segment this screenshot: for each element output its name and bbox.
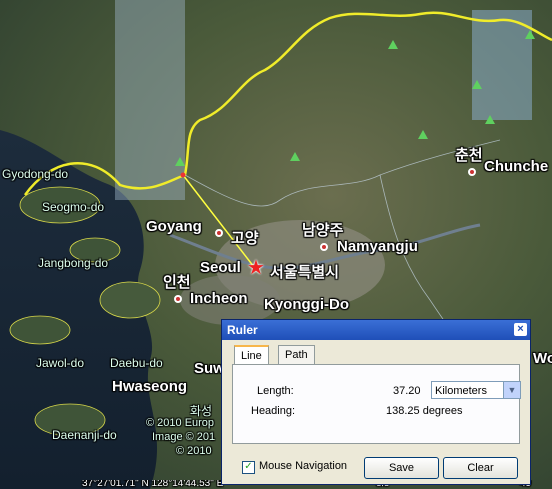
units-selected: Kilometers [435, 385, 487, 397]
map-label-wo: Wo [533, 350, 552, 367]
ruler-title: Ruler [227, 323, 258, 337]
capital-star-icon: ★ [247, 257, 265, 279]
ruler-line-panel: Length: 37.20 Kilometers ▼ Heading: 138.… [232, 364, 521, 444]
map-label-incheon: Incheon [190, 290, 248, 307]
map-label-seoul-ko: 서울특별시 [270, 264, 340, 281]
terrain-marker-icon [388, 40, 398, 49]
length-label: Length: [257, 385, 294, 397]
map-label-jawol: Jawol-do [36, 356, 85, 370]
tab-line[interactable]: Line [234, 345, 269, 366]
close-icon[interactable]: × [514, 323, 527, 336]
map-label-kyonggi: Kyonggi-Do [264, 296, 349, 313]
status-coordinates: 37°27'01.71" N 128°14'44.53" E [82, 480, 224, 489]
length-value: 37.20 [393, 385, 421, 397]
terrain-marker-icon [485, 115, 495, 124]
map-label-daenanji: Daenanji-do [52, 428, 117, 442]
map-label-goyang-ko: 고양 [231, 230, 259, 247]
tab-path[interactable]: Path [278, 345, 315, 364]
map-label-jangbong: Jangbong-do [38, 256, 109, 270]
mouse-navigation-checkbox[interactable]: ✓ [242, 461, 255, 474]
map-label-goyang: Goyang [146, 218, 202, 235]
map-label-daebu: Daebu-do [110, 356, 163, 370]
save-button[interactable]: Save [364, 457, 439, 479]
heading-label: Heading: [251, 405, 296, 417]
chevron-down-icon[interactable]: ▼ [503, 382, 520, 398]
city-marker-icon [468, 168, 476, 176]
copyright-1: © 2010 Europ [146, 417, 215, 429]
ruler-titlebar[interactable]: Ruler × [222, 320, 530, 340]
terrain-marker-icon [175, 157, 185, 166]
map-label-namyangju: Namyangju [337, 238, 418, 255]
map-label-incheon-ko: 인천 [163, 274, 191, 291]
heading-value: 138.25 degrees [386, 405, 463, 417]
map-label-gyodong: Gyodong-do [2, 167, 69, 181]
map-label-namyangju-ko: 남양주 [302, 222, 344, 239]
map-label-seoul: Seoul [200, 259, 241, 276]
map-label-seogmo: Seogmo-do [42, 200, 105, 214]
city-marker-icon [215, 229, 223, 237]
map-label-chuncheon: Chunche [484, 158, 549, 175]
terrain-marker-icon [418, 130, 428, 139]
city-marker-icon [174, 295, 182, 303]
map-label-chuncheon-ko: 춘천 [455, 147, 483, 164]
map-label-hwaseong: Hwaseong [112, 378, 188, 395]
units-dropdown[interactable]: Kilometers ▼ [431, 381, 521, 399]
terrain-marker-icon [525, 30, 535, 39]
ruler-dialog: Ruler × Line Path Length: 37.20 Kilomete… [221, 319, 531, 485]
terrain-marker-icon [472, 80, 482, 89]
copyright-3: © 2010 [176, 445, 212, 457]
copyright-2: Image © 201 [152, 431, 216, 443]
terrain-marker-icon [290, 152, 300, 161]
city-marker-icon [320, 243, 328, 251]
clear-button[interactable]: Clear [443, 457, 518, 479]
mouse-navigation-label[interactable]: Mouse Navigation [259, 460, 347, 472]
